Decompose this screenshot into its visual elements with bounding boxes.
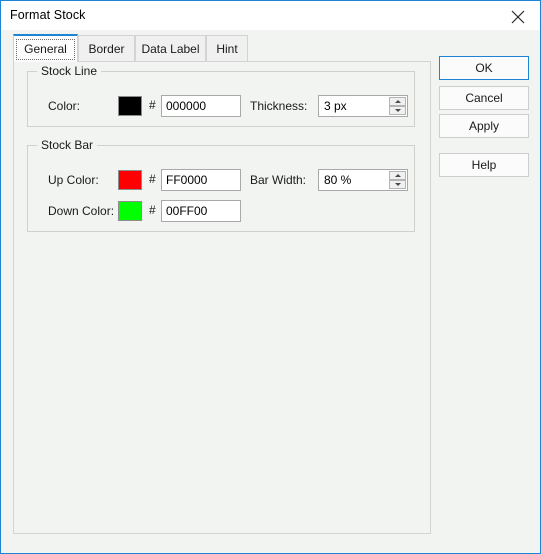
chevron-up-icon [395, 100, 401, 103]
stock-line-group-title: Stock Line [37, 64, 102, 78]
up-color-input[interactable]: FF0000 [161, 169, 241, 191]
tab-strip: General Border Data Label Hint [13, 34, 431, 62]
down-color-label: Down Color: [48, 204, 115, 218]
apply-button[interactable]: Apply [439, 114, 529, 138]
stock-line-color-swatch[interactable] [118, 96, 142, 116]
stock-bar-group-title: Stock Bar [37, 138, 98, 152]
chevron-down-icon [395, 109, 401, 112]
tab-hint[interactable]: Hint [206, 35, 248, 62]
help-button[interactable]: Help [439, 153, 529, 177]
chevron-down-icon [395, 183, 401, 186]
stock-line-color-input[interactable]: 000000 [161, 95, 241, 117]
thickness-value: 3 px [324, 99, 347, 113]
thickness-spin-buttons [389, 97, 406, 115]
close-button[interactable] [496, 1, 540, 30]
stock-bar-group: Stock Bar Up Color: # FF0000 Bar Width: … [27, 138, 415, 232]
tab-hint-label: Hint [216, 42, 238, 56]
close-icon [511, 10, 525, 24]
tab-general-label: General [24, 42, 67, 56]
ok-button[interactable]: OK [439, 56, 529, 80]
bar-width-spin-up-button[interactable] [389, 171, 406, 180]
bar-width-spin-buttons [389, 171, 406, 189]
tab-border-label: Border [88, 42, 125, 56]
bar-width-spin-down-button[interactable] [389, 180, 406, 189]
stock-line-hash: # [149, 98, 156, 112]
bar-width-value: 80 % [324, 173, 352, 187]
up-color-hash: # [149, 172, 156, 186]
thickness-spin-up-button[interactable] [389, 97, 406, 106]
thickness-label: Thickness: [250, 99, 308, 113]
format-stock-dialog: Format Stock General Border Data Label H… [0, 0, 541, 554]
tab-data-label[interactable]: Data Label [135, 35, 206, 62]
chevron-up-icon [395, 174, 401, 177]
tab-general[interactable]: General [13, 34, 78, 62]
tab-data-label-label: Data Label [141, 42, 200, 56]
up-color-swatch[interactable] [118, 170, 142, 190]
down-color-input[interactable]: 00FF00 [161, 200, 241, 222]
down-color-swatch[interactable] [118, 201, 142, 221]
dialog-title: Format Stock [10, 8, 86, 22]
thickness-spinner[interactable]: 3 px [318, 95, 408, 117]
bar-width-label: Bar Width: [250, 173, 307, 187]
tab-border[interactable]: Border [78, 35, 135, 62]
stock-line-group: Stock Line Color: # 000000 Thickness: 3 … [27, 64, 415, 127]
thickness-spin-down-button[interactable] [389, 106, 406, 115]
cancel-button[interactable]: Cancel [439, 86, 529, 110]
title-bar: Format Stock [1, 1, 540, 30]
tab-panel-general: Stock Line Color: # 000000 Thickness: 3 … [13, 61, 431, 534]
color-label: Color: [48, 99, 81, 113]
up-color-label: Up Color: [48, 173, 99, 187]
bar-width-spinner[interactable]: 80 % [318, 169, 408, 191]
down-color-hash: # [149, 203, 156, 217]
